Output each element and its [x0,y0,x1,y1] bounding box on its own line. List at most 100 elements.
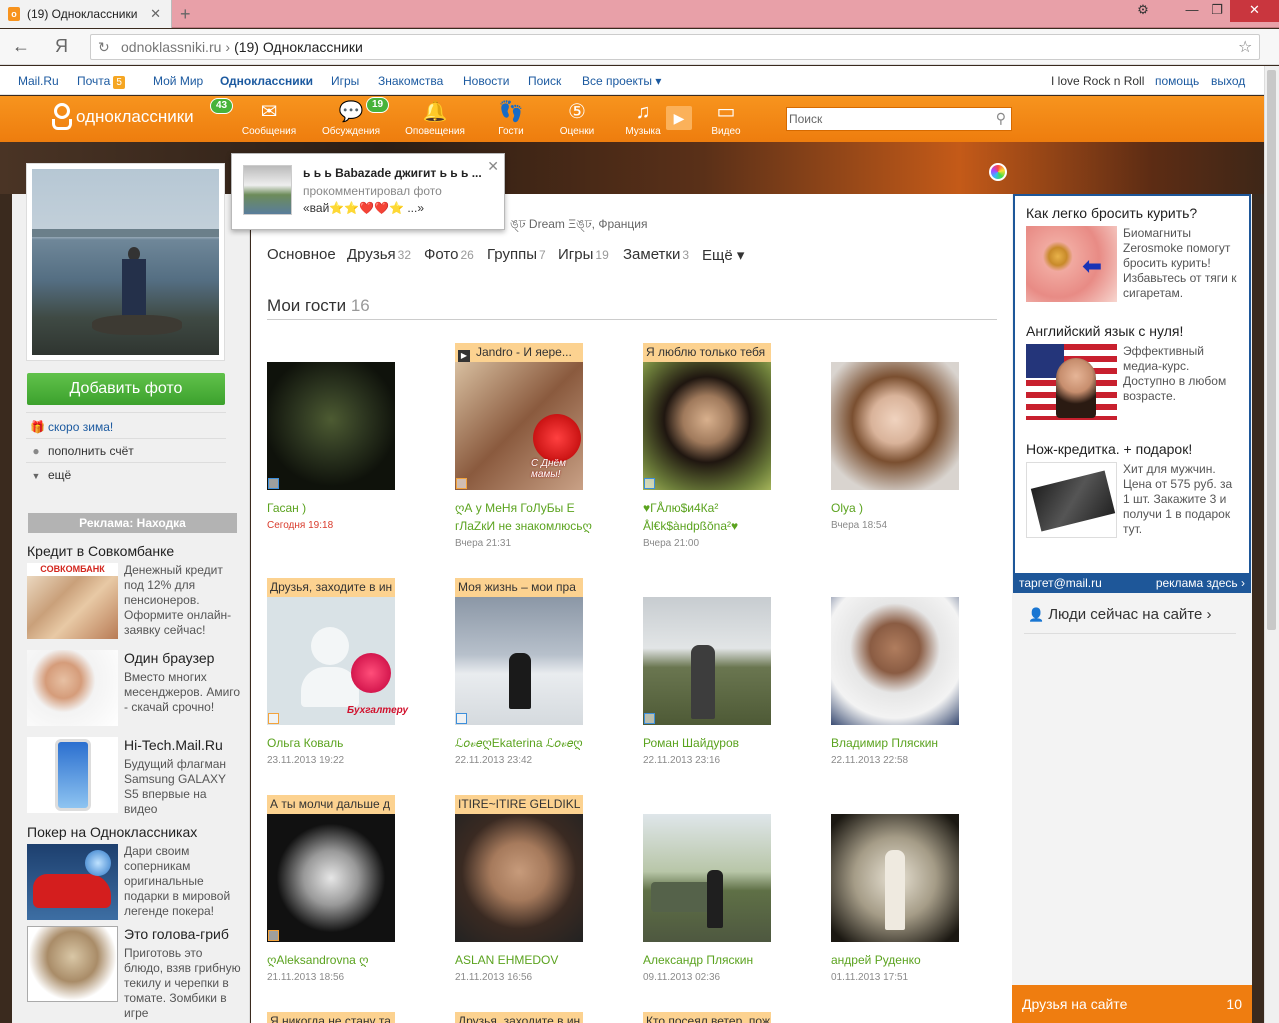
ad-english[interactable]: Английский язык с нуля! Эффективный меди… [1026,323,1241,420]
tab-friends[interactable]: Друзья 32 [347,246,411,263]
guest-name[interactable]: Александр Пляскин [643,951,783,969]
reload-icon[interactable]: ↻ [98,39,110,56]
guest-status[interactable]: Я люблю только тебя [643,343,771,362]
settings-icon[interactable]: ⚙ [1128,0,1158,22]
guest-name[interactable]: Ольга Коваль [267,734,407,752]
guest-photo[interactable] [831,814,959,942]
guest-name[interactable]: Роман Шайдуров [643,734,783,752]
menu-topup[interactable]: ● пополнить счёт [30,444,133,458]
select-checkbox[interactable] [456,478,467,489]
guest-card[interactable]: ITIRE~ITIRE GELDIKL ASLAN EHMEDOV 21.11.… [455,795,595,983]
guest-name[interactable]: Гасан ) [267,499,407,517]
friends-online-bar[interactable]: Друзья на сайте 10 [1012,985,1252,1023]
play-icon[interactable]: ▶ [458,350,470,362]
select-checkbox[interactable] [268,713,279,724]
tab-games[interactable]: Игры 19 [558,246,609,263]
tab-groups[interactable]: Группы 7 [487,246,546,263]
guest-name[interactable]: Владимир Пляскин [831,734,971,752]
guest-status[interactable]: Кто посеял ветер, пож [643,1012,771,1023]
tab-photos[interactable]: Фото 26 [424,246,474,263]
notification-avatar[interactable] [243,165,292,215]
nav-ratings[interactable]: ⑤ Оценки [542,100,612,137]
minimize-button[interactable]: — [1180,0,1204,22]
select-checkbox[interactable] [644,713,655,724]
guest-card[interactable]: Olya ) Вчера 18:54 [831,343,971,531]
ad-zerosmoke[interactable]: Как легко бросить курить? ⬅ Биомагниты Z… [1026,205,1241,302]
play-icon[interactable]: ▶ [666,106,692,130]
add-photo-button[interactable]: Добавить фото [27,373,225,405]
bookmark-star-icon[interactable]: ☆ [1238,37,1252,57]
portal-link-mail[interactable]: Почта 5 [77,74,125,89]
guest-status[interactable]: Я никогда не стану та [267,1012,395,1023]
guest-photo[interactable] [643,814,771,942]
back-arrow-icon[interactable]: ← [12,36,30,57]
username-link[interactable]: I love Rock n Roll [1051,74,1144,88]
guest-photo[interactable] [455,814,583,942]
maximize-button[interactable]: ❐ [1205,0,1229,22]
portal-link-mailru[interactable]: Mail.Ru [18,74,59,88]
guest-card[interactable]: Я никогда не стану та [267,1012,407,1023]
guest-name[interactable]: ღА у МеНя ГоЛуБы Е гЛаZкИ не знакомлюсьღ [455,499,595,535]
nav-video[interactable]: ▭ Видео [691,100,761,137]
select-checkbox[interactable] [456,713,467,724]
guest-card[interactable]: Гасан ) Сегодня 19:18 [267,343,407,531]
guest-name[interactable]: андрей Руденко [831,951,971,969]
guest-status[interactable]: Друзья, заходите в ин [455,1012,583,1023]
portal-link-games[interactable]: Игры [331,74,359,88]
portal-link-all-projects[interactable]: Все проекты ▾ [582,74,661,88]
advertise-here-link[interactable]: реклама здесь › [1156,573,1245,593]
close-window-button[interactable]: ✕ [1230,0,1279,22]
menu-winter[interactable]: 🎁 скоро зима! [30,420,113,434]
tab-main[interactable]: Основное [267,246,336,263]
logout-link[interactable]: выход [1211,74,1245,88]
search-input[interactable]: Поиск ⚲ [786,107,1012,131]
guest-card[interactable]: Александр Пляскин 09.11.2013 02:36 [643,795,783,983]
ok-logo[interactable]: одноклассники [52,103,194,131]
guest-photo[interactable] [267,362,395,490]
guest-status[interactable]: Друзья, заходите в ин [267,578,395,597]
ad-sovcombank[interactable]: Кредит в Совкомбанке СОВКОМБАНК Денежный… [27,543,242,639]
guest-card[interactable]: А ты молчи дальше д ღAleksandrovna ღ 21.… [267,795,407,983]
portal-link-search[interactable]: Поиск [528,74,561,88]
guest-name[interactable]: ♥ГÅлю$и4Ка² Ål€k$àнdрßŏnа²♥ [643,499,783,535]
scrollbar-thumb[interactable] [1267,70,1276,630]
url-field[interactable]: odnoklassniki.ru › (19) Одноклассники [90,34,1260,60]
help-link[interactable]: помощь [1155,74,1199,88]
guest-card[interactable]: ▶ Jandro - И яере... С Днём мамы! ღА у Ме… [455,343,595,549]
guest-card[interactable]: Друзья, заходите в ин Бухгалтеру Ольга К… [267,578,408,766]
guest-status[interactable]: ITIRE~ITIRE GELDIKL [455,795,583,814]
tab-more[interactable]: Ещё ▾ [702,246,744,264]
guest-status[interactable]: А ты молчи дальше д [267,795,395,814]
target-logo[interactable]: таргет@mail.ru [1019,573,1102,593]
select-checkbox[interactable] [268,930,279,941]
guest-status[interactable]: Моя жизнь – мои пра [455,578,583,597]
notification-text[interactable]: «вай⭐⭐❤️❤️⭐ ...» [303,201,424,215]
guest-photo[interactable]: С Днём мамы! [455,362,583,490]
nav-messages[interactable]: ✉ Сообщения [234,100,304,137]
yandex-button[interactable]: Я [55,36,68,57]
ad-poker[interactable]: Покер на Одноклассниках Дари своим сопер… [27,824,242,920]
notification-name[interactable]: ь ь ь Babazade джигит ь ь ь ... [303,166,482,180]
nav-notifications[interactable]: 🔔 Оповещения [400,100,470,137]
guest-name[interactable]: ღAleksandrovna ღ [267,951,407,969]
guest-card[interactable]: Я люблю только тебя ♥ГÅлю$и4Ка² Ål€k$àнd… [643,343,783,549]
guest-photo[interactable] [643,362,771,490]
guest-name[interactable]: ASLAN EHMEDOV [455,951,595,969]
close-tab-icon[interactable]: ✕ [150,6,161,22]
guest-photo[interactable] [267,814,395,942]
close-icon[interactable]: ✕ [487,158,499,175]
theme-picker-icon[interactable] [989,163,1007,181]
guest-status[interactable]: ▶ Jandro - И яере... [455,343,583,362]
guest-card[interactable]: андрей Руденко 01.11.2013 17:51 [831,795,971,983]
guest-card[interactable]: Кто посеял ветер, пож [643,1012,783,1023]
menu-more[interactable]: ▼ ещё [30,468,72,482]
notification-popup[interactable]: ь ь ь Babazade джигит ь ь ь ... прокомме… [231,153,505,230]
select-checkbox[interactable] [268,478,279,489]
ad-amigo[interactable]: Один браузер Вместо многих месенджеров. А… [27,650,242,726]
guest-card[interactable]: Друзья, заходите в ин [455,1012,595,1023]
guest-photo[interactable] [643,597,771,725]
avatar[interactable] [26,163,225,361]
nav-guests[interactable]: 👣 Гости [476,100,546,137]
guest-card[interactable]: Роман Шайдуров 22.11.2013 23:16 [643,578,783,766]
ad-mushroom[interactable]: Это голова-гриб Приготовь это блюдо, взяв… [27,926,242,1021]
